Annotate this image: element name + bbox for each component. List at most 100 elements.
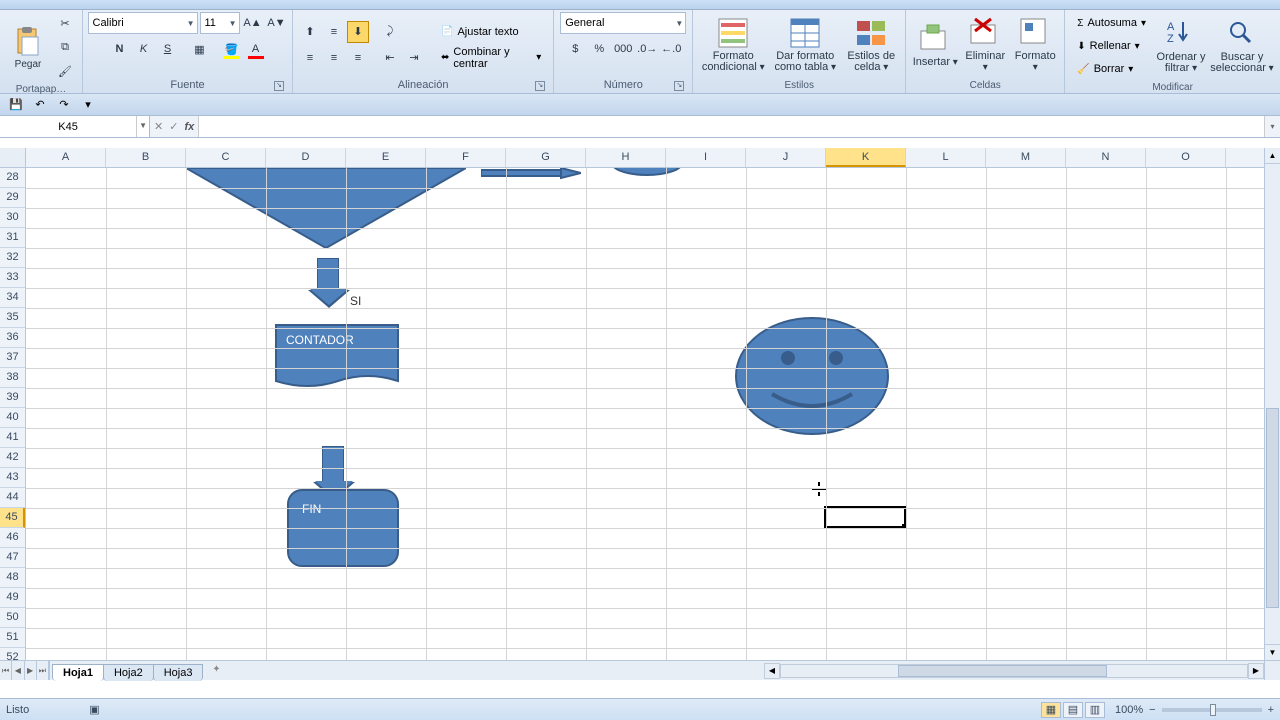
grow-font-button[interactable]: A▲ <box>242 12 264 34</box>
shrink-font-button[interactable]: A▼ <box>266 12 288 34</box>
row-header[interactable]: 28 <box>0 168 25 188</box>
column-header[interactable]: H <box>586 148 666 167</box>
italic-button[interactable]: K <box>133 38 155 60</box>
row-header[interactable]: 49 <box>0 588 25 608</box>
row-header[interactable]: 32 <box>0 248 25 268</box>
clear-button[interactable]: 🧹 Borrar ▾ <box>1071 58 1152 80</box>
currency-button[interactable]: $ <box>564 38 586 60</box>
zoom-level[interactable]: 100% <box>1115 704 1143 716</box>
row-header[interactable]: 29 <box>0 188 25 208</box>
align-top-button[interactable]: ⬆ <box>299 21 321 43</box>
font-color-button[interactable]: A <box>245 38 267 60</box>
horizontal-scrollbar[interactable]: ◀ ▶ <box>764 661 1264 680</box>
row-header[interactable]: 37 <box>0 348 25 368</box>
column-header[interactable]: B <box>106 148 186 167</box>
font-size-combo[interactable]: 11▼ <box>200 12 240 34</box>
wrap-text-button[interactable]: 📄Ajustar texto <box>435 21 547 43</box>
format-button[interactable]: Formato ▾ <box>1012 12 1058 78</box>
row-header[interactable]: 31 <box>0 228 25 248</box>
sheet-first-button[interactable]: ⏮ <box>0 661 12 680</box>
copy-button[interactable]: ⧉ <box>54 36 76 58</box>
page-break-view-button[interactable]: ▥ <box>1085 702 1105 718</box>
number-launcher[interactable]: ↘ <box>674 81 684 91</box>
sheet-tab[interactable]: Hoja3 <box>153 664 204 681</box>
sheet-tab[interactable]: Hoja2 <box>103 664 154 681</box>
fx-icon[interactable]: fx <box>184 121 194 133</box>
bold-button[interactable]: N <box>109 38 131 60</box>
select-all-corner[interactable] <box>0 148 26 168</box>
row-header[interactable]: 30 <box>0 208 25 228</box>
zoom-out-button[interactable]: − <box>1149 704 1155 716</box>
column-header[interactable]: G <box>506 148 586 167</box>
vertical-scrollbar[interactable]: ▲ ▼ <box>1264 148 1280 660</box>
column-header[interactable]: E <box>346 148 426 167</box>
name-box-input[interactable] <box>0 121 136 133</box>
row-header[interactable]: 42 <box>0 448 25 468</box>
align-right-button[interactable]: ≡ <box>347 47 369 69</box>
fill-color-button[interactable]: 🪣 <box>221 38 243 60</box>
font-name-combo[interactable]: Calibri▼ <box>88 12 198 34</box>
zoom-in-button[interactable]: + <box>1268 704 1274 716</box>
align-left-button[interactable]: ≡ <box>299 47 321 69</box>
column-header[interactable]: O <box>1146 148 1226 167</box>
hscroll-right-button[interactable]: ▶ <box>1248 663 1264 679</box>
align-middle-button[interactable]: ≡ <box>323 21 345 43</box>
row-header[interactable]: 38 <box>0 368 25 388</box>
arrow-fragment-shape[interactable] <box>481 168 581 180</box>
column-header[interactable]: A <box>26 148 106 167</box>
column-header[interactable]: N <box>1066 148 1146 167</box>
autosum-button[interactable]: Σ Autosuma ▾ <box>1071 12 1152 34</box>
column-header[interactable]: D <box>266 148 346 167</box>
row-header[interactable]: 43 <box>0 468 25 488</box>
orientation-button[interactable]: ⤸ <box>379 21 401 43</box>
normal-view-button[interactable]: ▦ <box>1041 702 1061 718</box>
macro-record-icon[interactable]: ▣ <box>89 703 99 716</box>
arrow-down-shape-2[interactable] <box>322 446 344 482</box>
thousands-button[interactable]: 000 <box>612 38 634 60</box>
fill-button[interactable]: ⬇ Rellenar ▾ <box>1071 35 1152 57</box>
insert-button[interactable]: Insertar ▾ <box>912 12 958 78</box>
sheet-prev-button[interactable]: ◀ <box>12 661 24 680</box>
borders-button[interactable]: ▦ <box>189 38 211 60</box>
column-header[interactable]: K <box>826 148 906 167</box>
hscroll-left-button[interactable]: ◀ <box>764 663 780 679</box>
sort-filter-button[interactable]: AZOrdenar y filtrar ▾ <box>1156 13 1206 79</box>
conditional-format-button[interactable]: Formato condicional ▾ <box>699 12 767 78</box>
zoom-slider[interactable] <box>1162 708 1262 712</box>
number-format-combo[interactable]: General▼ <box>560 12 686 34</box>
column-header[interactable]: I <box>666 148 746 167</box>
font-launcher[interactable]: ↘ <box>274 81 284 91</box>
row-header[interactable]: 40 <box>0 408 25 428</box>
row-header[interactable]: 50 <box>0 608 25 628</box>
row-header[interactable]: 46 <box>0 528 25 548</box>
page-layout-view-button[interactable]: ▤ <box>1063 702 1083 718</box>
decrease-decimal-button[interactable]: ←.0 <box>660 38 682 60</box>
save-button[interactable]: 💾 <box>6 96 26 114</box>
formula-expand-button[interactable]: ▾ <box>1264 116 1280 137</box>
row-header[interactable]: 35 <box>0 308 25 328</box>
undo-button[interactable]: ↶ <box>30 96 50 114</box>
column-header[interactable]: M <box>986 148 1066 167</box>
formula-input[interactable] <box>198 116 1264 137</box>
column-header[interactable]: L <box>906 148 986 167</box>
align-bottom-button[interactable]: ⬇ <box>347 21 369 43</box>
sheet-next-button[interactable]: ▶ <box>25 661 37 680</box>
column-header[interactable]: F <box>426 148 506 167</box>
cell-styles-button[interactable]: Estilos de celda ▾ <box>843 12 899 78</box>
redo-button[interactable]: ↷ <box>54 96 74 114</box>
cut-button[interactable]: ✂ <box>54 12 76 34</box>
column-header[interactable]: C <box>186 148 266 167</box>
qat-customize-button[interactable]: ▾ <box>78 96 98 114</box>
increase-indent-button[interactable]: ⇥ <box>403 47 425 69</box>
row-header[interactable]: 47 <box>0 548 25 568</box>
row-header[interactable]: 51 <box>0 628 25 648</box>
name-box-arrow[interactable]: ▼ <box>136 116 149 137</box>
format-painter-button[interactable]: 🖌 <box>54 60 76 82</box>
delete-button[interactable]: Eliminar ▾ <box>962 12 1008 78</box>
percent-button[interactable]: % <box>588 38 610 60</box>
row-header[interactable]: 34 <box>0 288 25 308</box>
arrow-down-shape-1[interactable] <box>317 258 339 290</box>
increase-decimal-button[interactable]: .0→ <box>636 38 658 60</box>
underline-button[interactable]: S <box>157 38 179 60</box>
sheet-last-button[interactable]: ⏭ <box>37 661 49 680</box>
